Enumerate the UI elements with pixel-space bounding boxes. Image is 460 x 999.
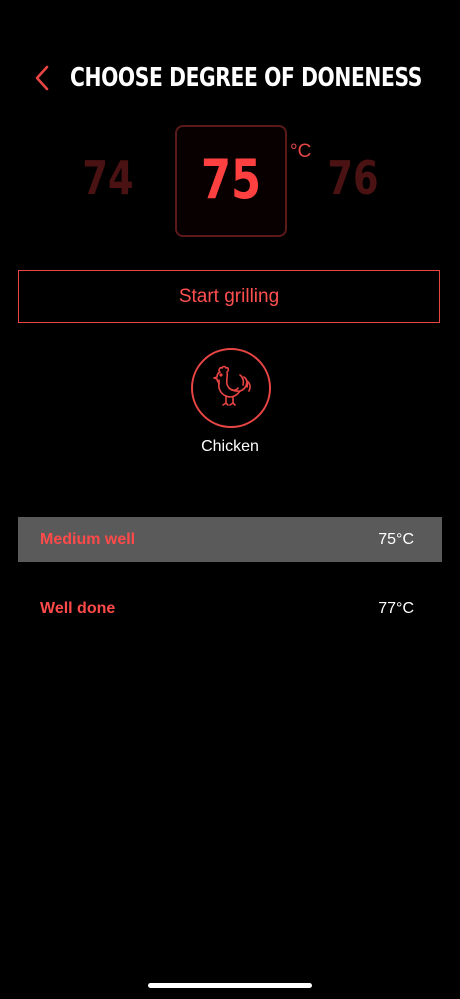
header-bar: CHOOSE DEGREE OF DONENESS [0,55,460,101]
back-button[interactable] [28,61,58,95]
doneness-option-medium-well[interactable]: Medium well 75°C [18,517,442,562]
doneness-temperature: 77°C [378,600,414,617]
chevron-left-icon [35,65,49,91]
temperature-unit: °C [290,141,312,162]
doneness-temperature: 75°C [378,531,414,548]
page-title: CHOOSE DEGREE OF DONENESS [70,63,423,93]
doneness-option-well-done[interactable]: Well done 77°C [18,586,442,631]
food-icon-circle [191,348,271,428]
rooster-icon [213,365,251,406]
food-label: Chicken [201,438,259,455]
current-temperature-box: 75 [175,125,287,237]
current-temperature: 75 [200,148,262,211]
doneness-name: Medium well [40,531,136,548]
previous-temperature[interactable]: 74 [76,147,140,209]
food-selector-chicken[interactable]: Chicken [180,348,280,460]
temperature-picker[interactable]: 74 75 °C 76 [0,125,460,237]
doneness-name: Well done [40,600,116,617]
home-indicator[interactable] [148,983,312,988]
start-grilling-button[interactable]: Start grilling [18,270,440,323]
doneness-list: Medium well 75°C Well done 77°C [18,517,442,655]
next-temperature[interactable]: 76 [321,147,385,209]
